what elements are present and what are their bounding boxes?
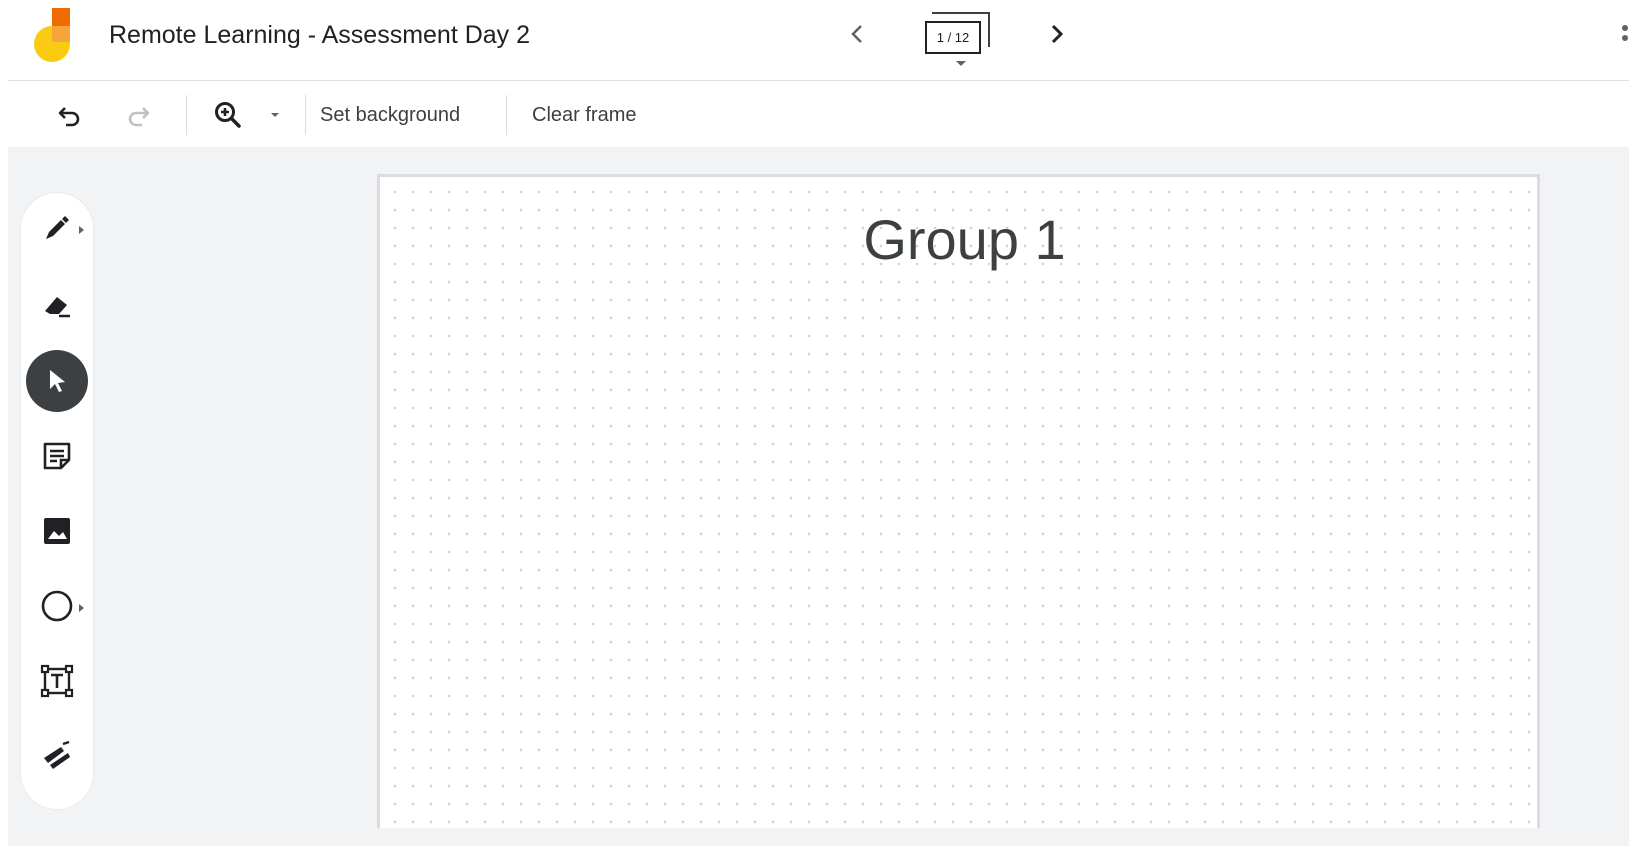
jamboard-logo[interactable]	[34, 6, 74, 64]
select-tool[interactable]	[26, 350, 88, 412]
toolbar-divider	[506, 95, 507, 135]
chevron-right-icon	[1051, 24, 1064, 44]
zoom-dropdown-button[interactable]	[265, 105, 285, 125]
caret-down-icon	[271, 113, 279, 117]
tool-rail	[20, 192, 94, 810]
previous-frame-button[interactable]	[845, 19, 871, 49]
caret-down-icon	[956, 61, 966, 66]
shape-options-caret-icon	[79, 604, 84, 612]
workspace-bottom-edge	[8, 828, 1629, 846]
eraser-icon	[45, 297, 70, 318]
more-vert-icon	[1622, 25, 1628, 41]
image-icon	[44, 518, 70, 544]
pen-options-caret-icon	[79, 226, 84, 234]
undo-button[interactable]	[52, 97, 88, 133]
chevron-left-icon	[851, 25, 862, 43]
laser-icon	[44, 740, 70, 769]
pen-icon	[46, 216, 69, 239]
zoom-in-icon	[215, 102, 241, 128]
set-background-button[interactable]: Set background	[320, 95, 460, 135]
pen-tool[interactable]	[26, 197, 88, 259]
pointer-icon	[50, 370, 65, 392]
circle-tool[interactable]	[26, 575, 88, 637]
top-toolbar: Set background Clear frame	[0, 81, 1629, 147]
frame-counter-label: 1 / 12	[925, 21, 981, 54]
text-box-tool[interactable]	[26, 650, 88, 712]
text-box-icon	[40, 664, 74, 698]
redo-icon	[128, 107, 150, 127]
zoom-button[interactable]	[208, 95, 248, 135]
toolbar-divider	[186, 95, 187, 135]
frame-counter-button[interactable]: 1 / 12	[920, 8, 996, 70]
next-frame-button[interactable]	[1043, 19, 1069, 49]
undo-icon	[58, 107, 80, 127]
title-bar: Remote Learning - Assessment Day 2 1 / 1…	[0, 0, 1629, 80]
circle-icon	[41, 590, 73, 622]
laser-tool[interactable]	[26, 725, 88, 787]
clear-frame-label: Clear frame	[532, 103, 637, 126]
sticky-note-tool[interactable]	[26, 425, 88, 487]
document-title[interactable]: Remote Learning - Assessment Day 2	[109, 21, 530, 50]
image-tool[interactable]	[26, 500, 88, 562]
sticky-note-icon	[43, 442, 71, 470]
toolbar-divider	[305, 95, 306, 135]
set-background-label: Set background	[320, 103, 461, 126]
whiteboard-canvas[interactable]: Group 1	[377, 174, 1540, 828]
clear-frame-button[interactable]: Clear frame	[532, 95, 636, 135]
canvas-text-group-title[interactable]: Group 1	[380, 207, 1537, 272]
eraser-tool[interactable]	[26, 274, 88, 336]
more-options-button[interactable]	[1617, 20, 1629, 50]
redo-button[interactable]	[120, 97, 156, 133]
